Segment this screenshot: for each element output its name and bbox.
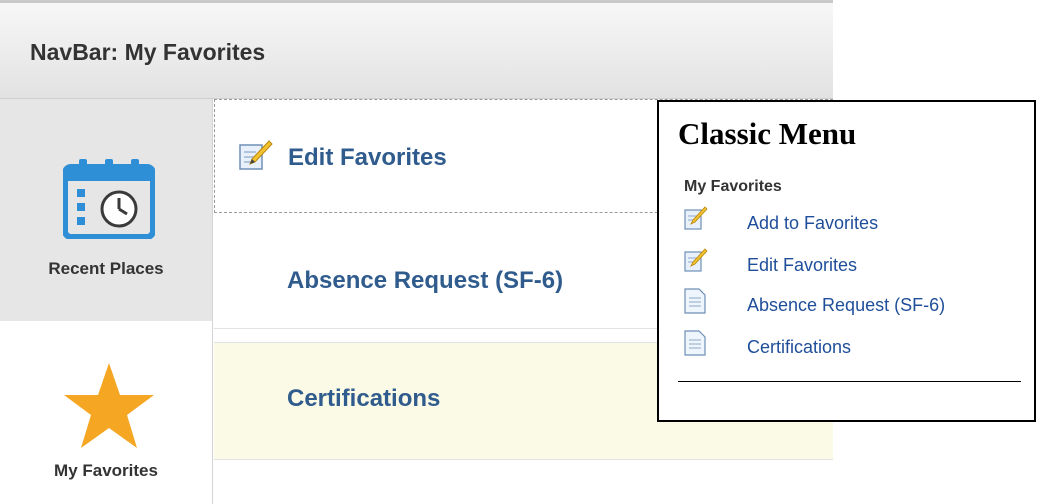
star-icon: [64, 363, 154, 448]
navbar-header: NavBar: My Favorites: [0, 0, 833, 99]
rail-label-my-favorites: My Favorites: [54, 461, 158, 480]
rail-my-favorites[interactable]: My Favorites: [0, 321, 213, 504]
favorite-label-absence-request: Absence Request (SF-6): [287, 267, 564, 294]
classic-menu-item-edit-favorites[interactable]: Edit Favorites: [684, 248, 1024, 282]
classic-menu-item-certifications[interactable]: Certifications: [684, 330, 1024, 364]
classic-menu-divider: [678, 381, 1021, 382]
classic-menu-item-add-to-favorites[interactable]: Add to Favorites: [684, 206, 1024, 240]
edit-pencil-icon: [239, 140, 273, 170]
edit-pencil-icon: [684, 206, 708, 230]
document-icon: [684, 288, 706, 314]
calendar-clock-icon: [63, 159, 155, 239]
favorite-label-edit-favorites: Edit Favorites: [288, 144, 447, 171]
classic-menu-label-certifications: Certifications: [747, 337, 852, 357]
document-icon: [684, 330, 706, 356]
favorite-label-certifications: Certifications: [287, 385, 441, 412]
navbar-title: NavBar: My Favorites: [30, 39, 266, 65]
classic-menu-label-absence-request: Absence Request (SF-6): [747, 295, 946, 315]
edit-pencil-icon: [684, 248, 708, 272]
classic-menu-panel: Classic Menu My Favorites Add to Favorit…: [657, 100, 1036, 422]
classic-menu-item-absence-request[interactable]: Absence Request (SF-6): [684, 288, 1024, 322]
classic-menu-title: Classic Menu: [678, 116, 857, 151]
classic-menu-label-edit-favorites: Edit Favorites: [747, 255, 858, 275]
classic-menu-label-add-to-favorites: Add to Favorites: [747, 213, 879, 233]
classic-menu-subtitle: My Favorites: [684, 178, 782, 195]
rail-label-recent-places: Recent Places: [48, 259, 164, 278]
rail-recent-places[interactable]: Recent Places: [0, 99, 213, 321]
